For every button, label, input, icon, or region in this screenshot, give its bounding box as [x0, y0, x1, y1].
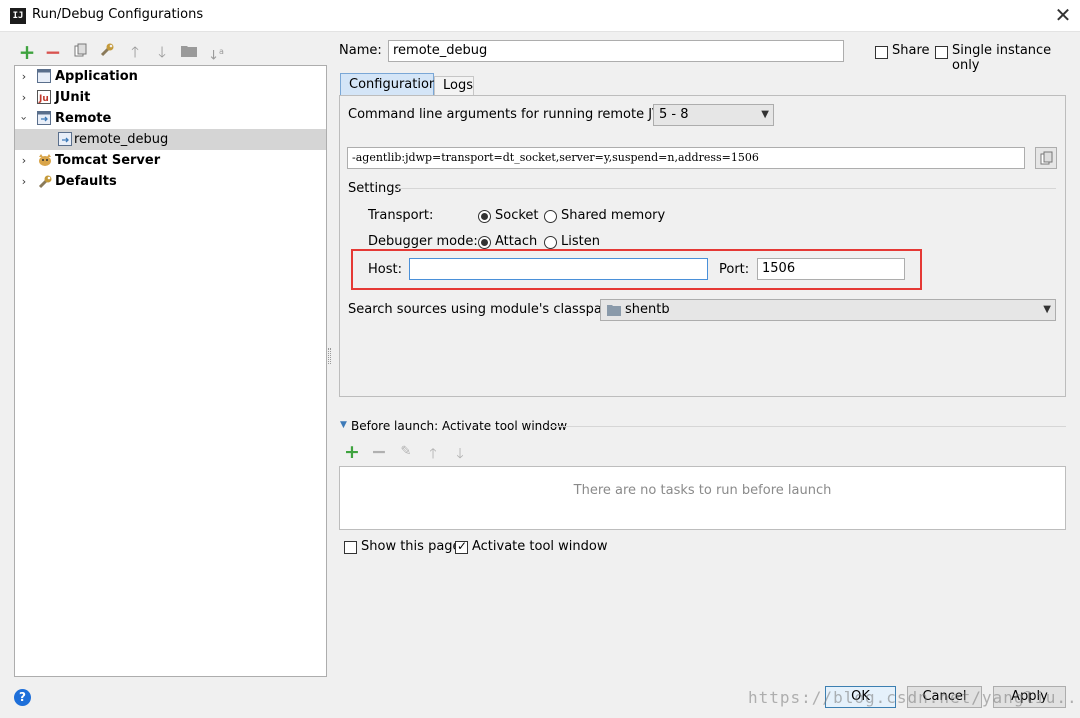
- expand-arrow-icon[interactable]: ›: [18, 171, 30, 192]
- before-launch-task-list[interactable]: [339, 466, 1066, 530]
- help-icon[interactable]: ?: [14, 689, 31, 706]
- cmd-args-label: Command line arguments for running remot…: [348, 107, 673, 122]
- module-folder-icon: [607, 305, 621, 316]
- tab-logs[interactable]: Logs: [434, 76, 474, 96]
- share-label: Share: [892, 43, 930, 58]
- move-down-icon[interactable]: 🡓: [452, 443, 468, 467]
- wrench-icon[interactable]: [97, 42, 117, 62]
- cmd-args-field[interactable]: -agentlib:jdwp=transport=dt_socket,serve…: [347, 147, 1025, 169]
- debugger-mode-label: Debugger mode:: [368, 234, 478, 249]
- tree-item-label: Tomcat Server: [55, 153, 161, 168]
- debugger-attach-label: Attach: [495, 234, 538, 249]
- before-launch-divider: [549, 426, 1066, 427]
- expand-arrow-icon[interactable]: ›: [18, 66, 30, 87]
- splitter-handle[interactable]: [328, 348, 331, 364]
- tree-item-label: remote_debug: [74, 132, 169, 147]
- classpath-value: shentb: [625, 302, 670, 317]
- defaults-icon: [37, 174, 52, 189]
- tab-configuration[interactable]: Configuration: [340, 73, 437, 96]
- expand-arrow-icon[interactable]: ›: [18, 150, 30, 171]
- settings-label: Settings: [348, 181, 402, 196]
- share-checkbox[interactable]: [875, 46, 888, 59]
- intellij-app-icon: IJ: [10, 8, 26, 24]
- classpath-select[interactable]: shentb ▼: [600, 299, 1056, 321]
- debugger-attach-radio[interactable]: [478, 236, 491, 249]
- copy-icon[interactable]: [71, 42, 91, 62]
- single-instance-label: Single instance only: [952, 43, 1052, 73]
- add-icon[interactable]: +: [17, 42, 37, 62]
- junit-icon: Ju: [37, 90, 51, 104]
- tree-item-label: Application: [55, 69, 138, 84]
- remote-icon: [37, 111, 51, 125]
- tree-item-label: JUnit: [55, 90, 91, 105]
- highlight-box: [351, 249, 922, 290]
- debugger-listen-radio[interactable]: [544, 236, 557, 249]
- transport-shared-label: Shared memory: [561, 208, 666, 223]
- activate-tool-window-label: Activate tool window: [472, 539, 608, 554]
- settings-divider: [398, 188, 1056, 189]
- chevron-down-icon: ▼: [761, 109, 769, 120]
- tomcat-icon: [37, 153, 51, 167]
- transport-shared-radio[interactable]: [544, 210, 557, 223]
- classpath-label: Search sources using module's classpath:: [348, 302, 620, 317]
- config-tree[interactable]: › Application › Ju JUnit › Remote remote…: [14, 65, 327, 677]
- name-label: Name:: [339, 43, 382, 58]
- tree-item-remote-debug[interactable]: remote_debug: [15, 129, 326, 150]
- sort-icon[interactable]: ↓a: [206, 42, 226, 63]
- svg-text:Ju: Ju: [38, 94, 49, 104]
- jvm-version-select[interactable]: 5 - 8 ▼: [653, 104, 774, 126]
- edit-icon[interactable]: ✎: [398, 444, 414, 459]
- watermark: https://blog.csdn.net/yangliu...in: [748, 688, 1080, 707]
- copy-cmd-button[interactable]: [1035, 147, 1057, 169]
- activate-tool-window-checkbox[interactable]: [455, 539, 468, 554]
- copy-icon: [1040, 151, 1053, 165]
- debugger-listen-label: Listen: [561, 234, 600, 249]
- show-page-checkbox[interactable]: [344, 541, 357, 554]
- show-page-label: Show this page: [361, 539, 461, 554]
- tree-item-defaults[interactable]: › Defaults: [15, 171, 326, 192]
- application-icon: [37, 69, 51, 83]
- tree-item-tomcat-server[interactable]: › Tomcat Server: [15, 150, 326, 171]
- remove-icon[interactable]: −: [371, 442, 387, 462]
- expand-arrow-icon[interactable]: ›: [18, 87, 30, 108]
- single-instance-checkbox[interactable]: [935, 46, 948, 59]
- name-input[interactable]: remote_debug: [388, 40, 844, 62]
- tree-item-application[interactable]: › Application: [15, 66, 326, 87]
- move-up-icon[interactable]: 🡑: [425, 443, 441, 467]
- transport-socket-label: Socket: [495, 208, 539, 223]
- tree-item-label: Defaults: [55, 174, 117, 189]
- remote-config-icon: [58, 132, 72, 146]
- collapse-triangle-icon[interactable]: ▼: [340, 420, 347, 430]
- window-title: Run/Debug Configurations: [32, 7, 204, 22]
- tree-item-remote[interactable]: › Remote: [15, 108, 326, 129]
- tree-item-junit[interactable]: › Ju JUnit: [15, 87, 326, 108]
- folder-icon[interactable]: [179, 42, 199, 62]
- add-icon[interactable]: +: [344, 442, 360, 462]
- before-launch-title[interactable]: Before launch: Activate tool window: [351, 419, 567, 433]
- tree-item-label: Remote: [55, 111, 112, 126]
- move-down-icon[interactable]: 🡓: [152, 42, 172, 62]
- jvm-version-value: 5 - 8: [659, 107, 689, 122]
- empty-tasks-text: There are no tasks to run before launch: [573, 483, 832, 498]
- chevron-down-icon: ▼: [1043, 304, 1051, 315]
- transport-socket-radio[interactable]: [478, 210, 491, 223]
- transport-label: Transport:: [368, 208, 434, 223]
- collapse-arrow-icon[interactable]: ›: [14, 113, 35, 125]
- close-icon[interactable]: ✕: [1052, 3, 1074, 27]
- remove-icon[interactable]: −: [43, 42, 63, 62]
- move-up-icon[interactable]: 🡑: [125, 42, 145, 62]
